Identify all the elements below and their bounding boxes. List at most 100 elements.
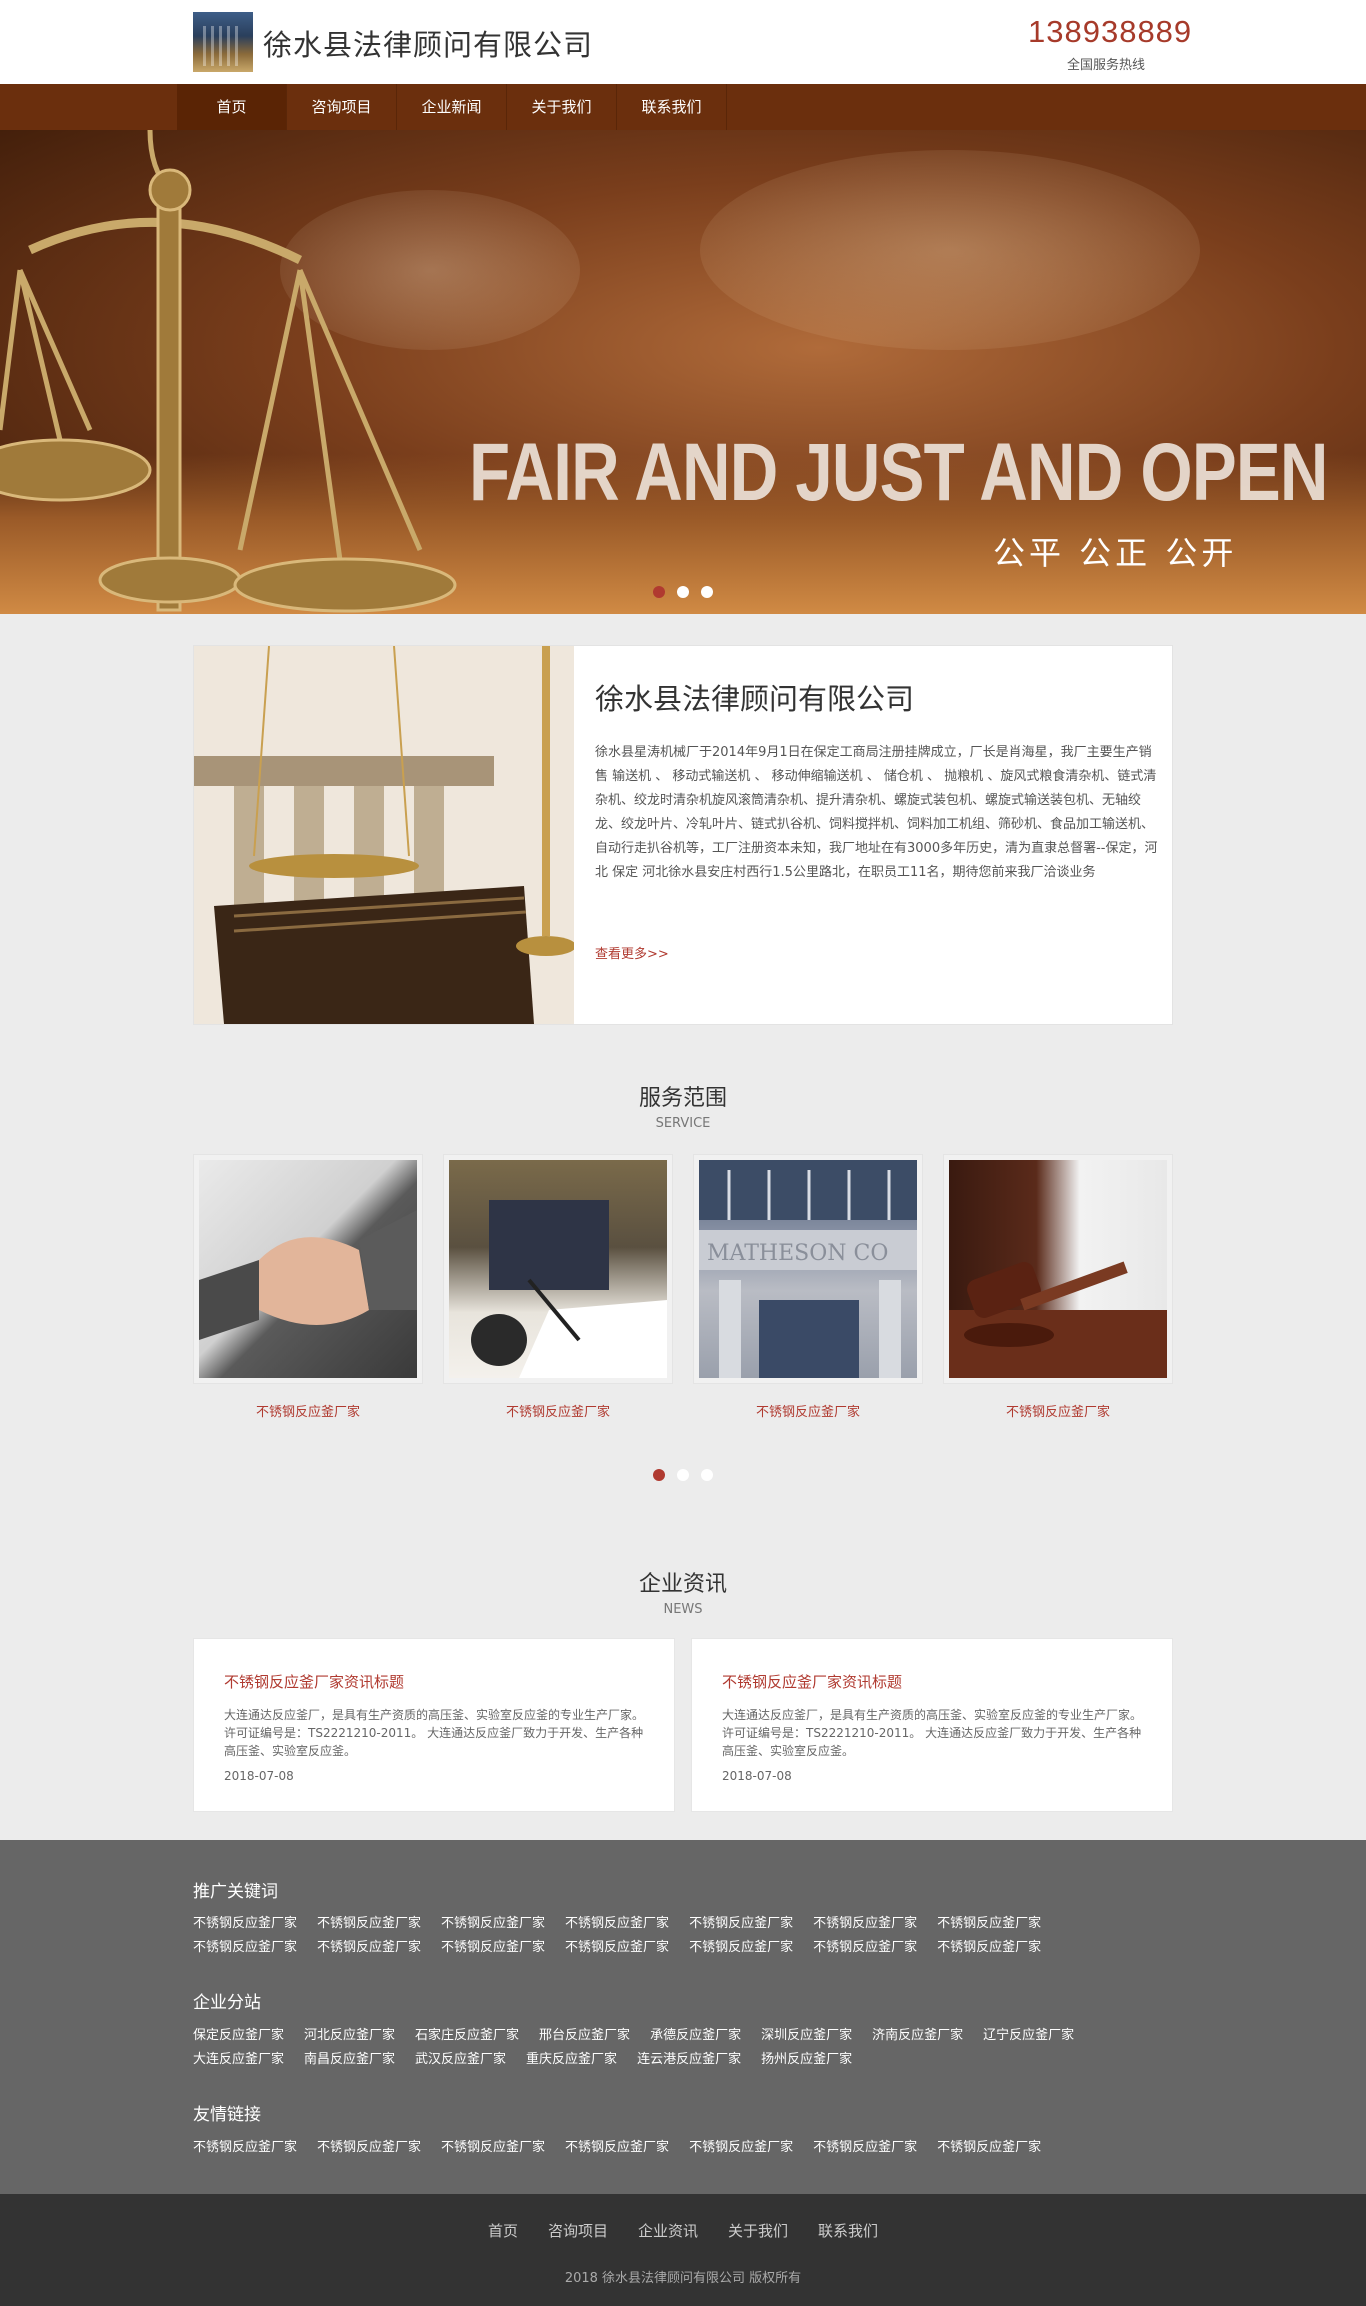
friend-link[interactable]: 不锈钢反应釜厂家 <box>937 2140 1041 2155</box>
hotline-label: 全国服务热线 <box>1067 58 1146 73</box>
banner-headline-cn: 公平 公正 公开 <box>993 534 1238 572</box>
keywords-list: 不锈钢反应釜厂家 不锈钢反应釜厂家 不锈钢反应釜厂家 不锈钢反应釜厂家 不锈钢反应釜厂家… <box>193 1912 1178 1960</box>
services-title: 服务范围 <box>638 1086 727 1111</box>
news-subtitle: NEWS <box>663 1602 703 1617</box>
about-section: 徐水县法律顾问有限公司 徐水县星涛机械厂于2014年9月1日在保定工商局注册挂牌… <box>193 645 1173 1025</box>
site-title[interactable]: 徐水县法律顾问有限公司 <box>263 22 593 64</box>
news-item-body: 大连通达反应釜厂，是具有生产资质的高压釜、实验室反应釜的专业生产厂家。许可证编号… <box>722 1708 1143 1758</box>
branch-link[interactable]: 河北反应釜厂家 <box>304 2028 395 2043</box>
about-more-link[interactable]: 查看更多>> <box>595 943 669 962</box>
service-label[interactable]: 不锈钢反应釜厂家 <box>193 1401 423 1420</box>
service-image-frame <box>943 1154 1173 1384</box>
nav-item-news[interactable]: 企业新闻 <box>397 84 507 130</box>
service-label[interactable]: 不锈钢反应釜厂家 <box>693 1401 923 1420</box>
branch-link[interactable]: 邢台反应釜厂家 <box>539 2028 630 2043</box>
keyword-link[interactable]: 不锈钢反应釜厂家 <box>813 1916 917 1931</box>
keyword-link[interactable]: 不锈钢反应釜厂家 <box>193 1940 297 1955</box>
pen-document-icon <box>471 1200 667 1378</box>
news-title-heading: 企业资讯 <box>638 1572 727 1597</box>
nav-item-about[interactable]: 关于我们 <box>507 84 617 130</box>
service-image-frame: MATHESON CO <box>693 1154 923 1384</box>
handshake-photo <box>199 1160 417 1378</box>
service-card[interactable]: 不锈钢反应釜厂家 <box>943 1154 1173 1420</box>
svg-text:MATHESON CO: MATHESON CO <box>707 1241 888 1266</box>
signing-document-photo <box>449 1160 667 1378</box>
keyword-link[interactable]: 不锈钢反应釜厂家 <box>565 1916 669 1931</box>
branch-link[interactable]: 扬州反应釜厂家 <box>761 2052 852 2067</box>
keyword-link[interactable]: 不锈钢反应釜厂家 <box>937 1916 1041 1931</box>
friend-link[interactable]: 不锈钢反应釜厂家 <box>193 2140 297 2155</box>
logo-image[interactable] <box>193 12 253 72</box>
branch-link[interactable]: 深圳反应釜厂家 <box>761 2028 852 2043</box>
branches-heading: 企业分站 <box>193 1993 261 2013</box>
site-footer: 首页 咨询项目 企业资讯 关于我们 联系我们 2018 徐水县法律顾问有限公司 版权所有 <box>0 2194 1366 2306</box>
branch-link[interactable]: 石家庄反应釜厂家 <box>415 2028 519 2043</box>
about-title: 徐水县法律顾问有限公司 <box>595 682 915 716</box>
branch-link[interactable]: 南昌反应釜厂家 <box>304 2052 395 2067</box>
branch-link[interactable]: 济南反应釜厂家 <box>872 2028 963 2043</box>
friend-link[interactable]: 不锈钢反应釜厂家 <box>689 2140 793 2155</box>
banner-dot[interactable] <box>677 586 689 598</box>
news-item-date: 2018-07-08 <box>224 1769 294 1783</box>
services-dot[interactable] <box>653 1469 665 1481</box>
banner-dot[interactable] <box>701 586 713 598</box>
news-item-title[interactable]: 不锈钢反应釜厂家资讯标题 <box>224 1671 404 1692</box>
hotline-number: 138938889 <box>1028 14 1193 49</box>
service-label[interactable]: 不锈钢反应釜厂家 <box>443 1401 673 1420</box>
services-dot[interactable] <box>701 1469 713 1481</box>
friend-links-list: 不锈钢反应釜厂家 不锈钢反应釜厂家 不锈钢反应釜厂家 不锈钢反应釜厂家 不锈钢反应釜厂家… <box>193 2136 1178 2160</box>
keywords-heading: 推广关键词 <box>193 1882 278 1902</box>
service-card[interactable]: 不锈钢反应釜厂家 <box>193 1154 423 1420</box>
services-dot[interactable] <box>677 1469 689 1481</box>
footer-nav-consulting[interactable]: 咨询项目 <box>548 2222 608 2240</box>
keyword-link[interactable]: 不锈钢反应釜厂家 <box>565 1940 669 1955</box>
keyword-link[interactable]: 不锈钢反应釜厂家 <box>813 1940 917 1955</box>
service-label[interactable]: 不锈钢反应釜厂家 <box>943 1401 1173 1420</box>
footer-nav-home[interactable]: 首页 <box>488 2222 518 2240</box>
keyword-link[interactable]: 不锈钢反应釜厂家 <box>441 1916 545 1931</box>
keyword-link[interactable]: 不锈钢反应釜厂家 <box>689 1916 793 1931</box>
branch-link[interactable]: 大连反应釜厂家 <box>193 2052 284 2067</box>
about-description: 徐水县星涛机械厂于2014年9月1日在保定工商局注册挂牌成立，厂长是肖海星，我厂… <box>595 745 1158 880</box>
branch-link[interactable]: 重庆反应釜厂家 <box>526 2052 617 2067</box>
branch-link[interactable]: 武汉反应釜厂家 <box>415 2052 506 2067</box>
friend-link[interactable]: 不锈钢反应釜厂家 <box>565 2140 669 2155</box>
nav-item-contact[interactable]: 联系我们 <box>617 84 727 130</box>
keyword-link[interactable]: 不锈钢反应釜厂家 <box>937 1940 1041 1955</box>
keyword-link[interactable]: 不锈钢反应釜厂家 <box>441 1940 545 1955</box>
friend-links-heading: 友情链接 <box>193 2105 261 2125</box>
branch-link[interactable]: 连云港反应釜厂家 <box>637 2052 741 2067</box>
news-item-date: 2018-07-08 <box>722 1769 792 1783</box>
branch-link[interactable]: 辽宁反应釜厂家 <box>983 2028 1074 2043</box>
building-icon: MATHESON CO <box>699 1160 917 1378</box>
main-nav: 首页 咨询项目 企业新闻 关于我们 联系我们 <box>0 84 1366 130</box>
friend-link[interactable]: 不锈钢反应釜厂家 <box>813 2140 917 2155</box>
banner-headline-en: FAIR AND JUST AND OPEN <box>469 427 1328 518</box>
friend-link[interactable]: 不锈钢反应釜厂家 <box>441 2140 545 2155</box>
gavel-photo <box>949 1160 1167 1378</box>
news-card[interactable]: 不锈钢反应釜厂家资讯标题 大连通达反应釜厂，是具有生产资质的高压釜、实验室反应釜… <box>193 1638 675 1812</box>
branches-list: 保定反应釜厂家 河北反应釜厂家 石家庄反应釜厂家 邢台反应釜厂家 承德反应釜厂家 深圳反应… <box>193 2024 1178 2072</box>
footer-nav: 首页 咨询项目 企业资讯 关于我们 联系我们 <box>0 2220 1366 2241</box>
keyword-link[interactable]: 不锈钢反应釜厂家 <box>689 1940 793 1955</box>
keyword-link[interactable]: 不锈钢反应釜厂家 <box>317 1940 421 1955</box>
nav-item-home[interactable]: 首页 <box>177 84 287 130</box>
footer-nav-about[interactable]: 关于我们 <box>728 2222 788 2240</box>
footer-nav-news[interactable]: 企业资讯 <box>638 2222 698 2240</box>
news-heading: 企业资讯 NEWS <box>0 1566 1366 1617</box>
service-card[interactable]: MATHESON CO 不锈钢反应釜厂家 <box>693 1154 923 1420</box>
scales-of-justice-icon <box>0 130 457 613</box>
keyword-link[interactable]: 不锈钢反应釜厂家 <box>193 1916 297 1931</box>
keyword-link[interactable]: 不锈钢反应釜厂家 <box>317 1916 421 1931</box>
branch-link[interactable]: 承德反应釜厂家 <box>650 2028 741 2043</box>
nav-item-consulting[interactable]: 咨询项目 <box>287 84 397 130</box>
friend-link[interactable]: 不锈钢反应釜厂家 <box>317 2140 421 2155</box>
service-card[interactable]: 不锈钢反应釜厂家 <box>443 1154 673 1420</box>
footer-nav-contact[interactable]: 联系我们 <box>818 2222 878 2240</box>
news-item-title[interactable]: 不锈钢反应釜厂家资讯标题 <box>722 1671 902 1692</box>
hero-banner[interactable]: FAIR AND JUST AND OPEN 公平 公正 公开 <box>0 130 1366 614</box>
news-card[interactable]: 不锈钢反应釜厂家资讯标题 大连通达反应釜厂，是具有生产资质的高压釜、实验室反应釜… <box>691 1638 1173 1812</box>
banner-dot[interactable] <box>653 586 665 598</box>
branch-link[interactable]: 保定反应釜厂家 <box>193 2028 284 2043</box>
handshake-icon <box>199 1210 417 1340</box>
